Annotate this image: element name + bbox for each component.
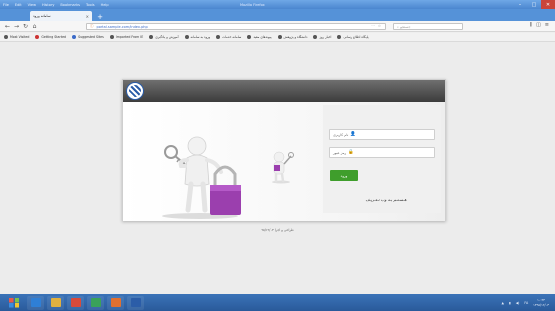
bookmark-item[interactable]: دانشگاه و پژوهش bbox=[277, 35, 307, 39]
library-icon[interactable]: ⫼ bbox=[530, 22, 532, 28]
tab-close-icon[interactable]: × bbox=[86, 14, 89, 19]
language-indicator[interactable]: FA bbox=[524, 301, 528, 305]
username-field[interactable]: 👤 نام کاربری bbox=[329, 129, 435, 140]
search-input[interactable]: ⌕ جستجو bbox=[393, 23, 463, 30]
login-form: 👤 نام کاربری 🔒 رمز عبور ورود هـسـتـم بـه… bbox=[323, 105, 441, 213]
login-button[interactable]: ورود bbox=[330, 170, 358, 181]
window-title: Mozilla Firefox bbox=[240, 2, 265, 7]
taskbar-app-chrome[interactable] bbox=[87, 295, 104, 310]
tray-arrow-icon[interactable]: ▲ bbox=[501, 301, 503, 305]
login-box: 👤 نام کاربری 🔒 رمز عبور ورود هـسـتـم بـه… bbox=[122, 79, 446, 221]
start-button[interactable] bbox=[4, 295, 24, 310]
bookmark-item[interactable]: Suggested Sites bbox=[72, 35, 104, 39]
bookmark-item[interactable]: اخبار روز bbox=[313, 35, 331, 39]
bookmark-icon bbox=[109, 35, 114, 39]
sidebar-icon[interactable]: ◫ bbox=[536, 22, 541, 28]
chrome-icon bbox=[90, 298, 101, 307]
tab-label: سامانه ورود bbox=[33, 14, 51, 18]
taskbar-app-media[interactable] bbox=[67, 295, 84, 310]
folder-icon bbox=[50, 298, 61, 307]
password-placeholder: رمز عبور bbox=[333, 150, 347, 155]
network-icon[interactable]: ▮ bbox=[509, 301, 511, 305]
login-header bbox=[123, 80, 445, 102]
menu-tools[interactable]: Tools bbox=[83, 3, 98, 7]
minimize-icon[interactable]: – bbox=[513, 0, 527, 9]
menu-icon[interactable]: ≡ bbox=[545, 22, 549, 28]
ie-icon bbox=[30, 298, 41, 307]
bookmark-item[interactable]: Most Visited bbox=[4, 35, 29, 39]
firefox-icon bbox=[110, 298, 121, 307]
system-tray: ▲ ▮ ◀) FA ۱۰:۲۴ ۱۳۹۵/۱۲/۰۳ bbox=[501, 294, 549, 311]
menu-history[interactable]: History bbox=[39, 3, 57, 7]
site-logo bbox=[126, 82, 144, 100]
media-icon bbox=[70, 298, 81, 307]
bookmark-icon bbox=[72, 35, 77, 39]
footer-text: طراحی و اجرا ۹۵/۱۲/۰۳ bbox=[261, 228, 294, 232]
maximize-icon[interactable]: □ bbox=[527, 0, 541, 9]
menu-file[interactable]: File bbox=[0, 3, 12, 7]
bookmark-item[interactable]: آموزش و یادگیری bbox=[149, 35, 179, 39]
taskbar-app-ie[interactable] bbox=[27, 295, 44, 310]
bookmark-item[interactable]: ورود به سامانه bbox=[184, 35, 210, 39]
person-with-padlock-illustration bbox=[162, 136, 241, 219]
tab-bar: سامانه ورود × + bbox=[0, 9, 555, 21]
url-actions[interactable]: ⋯ ☆ bbox=[371, 24, 382, 28]
search-placeholder: جستجو bbox=[400, 24, 411, 29]
close-icon[interactable]: ✕ bbox=[541, 0, 555, 9]
reload-icon[interactable]: ↻ bbox=[21, 22, 30, 31]
username-placeholder: نام کاربری bbox=[333, 132, 349, 137]
bookmark-icon bbox=[313, 35, 318, 39]
url-text: portal.sample.com/index.php bbox=[96, 24, 148, 29]
taskbar-app-word[interactable] bbox=[127, 295, 144, 310]
new-tab-icon[interactable]: + bbox=[95, 12, 105, 21]
bookmark-icon bbox=[4, 35, 8, 39]
taskbar: ▲ ▮ ◀) FA ۱۰:۲۴ ۱۳۹۵/۱۲/۰۳ bbox=[0, 294, 555, 311]
bookmark-item[interactable]: پایگاه اطلاع رسانی bbox=[337, 35, 369, 39]
clock-date: ۱۳۹۵/۱۲/۰۳ bbox=[533, 302, 549, 307]
bookmark-item[interactable]: Imported From IE bbox=[109, 35, 143, 39]
bookmark-item[interactable]: Getting Started bbox=[35, 35, 66, 39]
menu-edit[interactable]: Edit bbox=[12, 3, 25, 7]
password-field[interactable]: 🔒 رمز عبور bbox=[329, 147, 435, 158]
login-body: 👤 نام کاربری 🔒 رمز عبور ورود هـسـتـم بـه… bbox=[123, 102, 445, 221]
navigation-bar: ← → ↻ ⌂ ⓘ portal.sample.com/index.php ⋯ … bbox=[0, 21, 555, 32]
bookmarks-bar: Most Visited Getting Started Suggested S… bbox=[0, 33, 555, 42]
bookmark-icon bbox=[337, 35, 342, 39]
bookmark-icon bbox=[149, 35, 154, 39]
padlock-icon bbox=[210, 165, 241, 215]
bookmark-icon bbox=[247, 35, 252, 39]
word-icon bbox=[130, 298, 141, 307]
window-controls: – □ ✕ bbox=[513, 0, 555, 9]
bookmark-icon bbox=[184, 35, 189, 39]
url-bar[interactable]: ⓘ portal.sample.com/index.php ⋯ ☆ bbox=[86, 23, 386, 30]
tab-active[interactable]: سامانه ورود × bbox=[30, 11, 92, 21]
taskbar-app-firefox[interactable] bbox=[107, 295, 124, 310]
small-figure-illustration bbox=[272, 151, 294, 184]
taskbar-app-folder[interactable] bbox=[47, 295, 64, 310]
windows-logo-icon bbox=[9, 297, 19, 308]
lock-icon: 🔒 bbox=[348, 150, 354, 155]
site-info-icon[interactable]: ⓘ bbox=[90, 24, 94, 29]
bookmark-item[interactable]: سامانه خدمات bbox=[216, 35, 241, 39]
bookmark-icon bbox=[35, 35, 40, 39]
toolbar-icons: ⫼ ◫ ≡ bbox=[530, 22, 549, 28]
captcha-text: هـسـتـم بـه وب تـعـریـف bbox=[365, 197, 407, 202]
back-icon[interactable]: ← bbox=[3, 22, 12, 31]
bookmark-item[interactable]: پیوندهای مفید bbox=[247, 35, 272, 39]
menu-help[interactable]: Help bbox=[98, 3, 112, 7]
bookmark-icon bbox=[216, 35, 221, 39]
bookmark-icon bbox=[277, 35, 282, 39]
clock[interactable]: ۱۰:۲۴ ۱۳۹۵/۱۲/۰۳ bbox=[533, 298, 549, 308]
forward-icon[interactable]: → bbox=[12, 22, 21, 31]
volume-icon[interactable]: ◀) bbox=[516, 301, 520, 305]
menu-bookmarks[interactable]: Bookmarks bbox=[57, 3, 83, 7]
menu-view[interactable]: View bbox=[25, 3, 39, 7]
user-icon: 👤 bbox=[350, 132, 356, 137]
page-viewport: 👤 نام کاربری 🔒 رمز عبور ورود هـسـتـم بـه… bbox=[0, 42, 555, 294]
home-icon[interactable]: ⌂ bbox=[30, 22, 39, 31]
window-title-bar: File Edit View History Bookmarks Tools H… bbox=[0, 0, 555, 9]
